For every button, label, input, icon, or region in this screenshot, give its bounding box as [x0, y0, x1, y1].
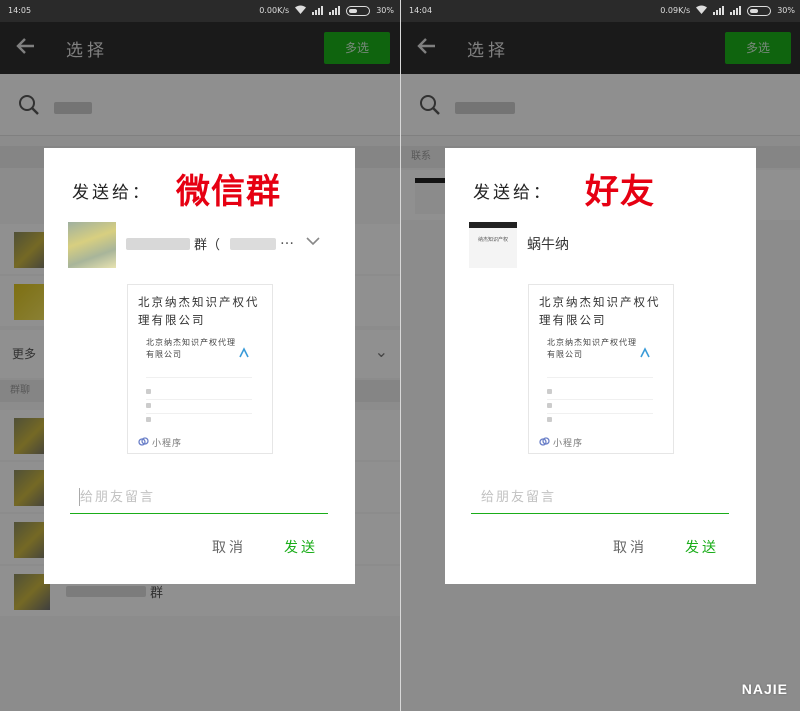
status-bar: 14:04 0.09K/s 30% — [401, 0, 800, 22]
recipient-name-blur — [126, 238, 190, 250]
signal-icon — [713, 6, 725, 15]
status-time: 14:04 — [409, 6, 433, 15]
brand-watermark: NAJIE — [741, 681, 788, 697]
signal-icon-2 — [329, 6, 341, 15]
status-time: 14:05 — [8, 6, 32, 15]
recipient-name: 蜗牛纳 — [527, 237, 569, 253]
recipient-tail-blur — [230, 238, 276, 250]
status-bar: 14:05 0.00K/s 30% — [0, 0, 400, 22]
share-dialog: 发送给： 微信群 群（ … 北京纳杰知识产权代理有限公司 北京纳杰知识产权代理有… — [44, 148, 355, 584]
text-cursor — [79, 488, 80, 506]
card-title: 北京纳杰知识产权代理有限公司 — [539, 295, 661, 327]
cancel-button[interactable]: 取消 — [212, 537, 246, 557]
card-subtitle: 北京纳杰知识产权代理有限公司 — [146, 338, 236, 359]
recipient-avatar-text: 纳杰知识产权 — [477, 237, 508, 243]
mini-program-label: 小程序 — [553, 439, 584, 449]
wifi-icon — [696, 5, 708, 16]
message-input[interactable] — [471, 482, 729, 514]
message-input[interactable] — [70, 482, 328, 514]
signal-icon — [312, 6, 324, 15]
recipient-ellipsis: … — [280, 232, 294, 248]
send-button[interactable]: 发送 — [685, 537, 719, 557]
mini-program-icon — [539, 437, 550, 446]
battery-icon — [747, 5, 772, 16]
net-speed: 0.09K/s — [660, 6, 691, 15]
logo-icon — [239, 347, 249, 358]
share-dialog: 发送给： 好友 纳杰知识产权 蜗牛纳 北京纳杰知识产权代理有限公司 北京纳杰知识… — [445, 148, 756, 584]
recipient-name: 群（ — [194, 238, 221, 253]
wifi-icon — [295, 5, 307, 16]
signal-icon-2 — [730, 6, 742, 15]
chevron-down-icon[interactable] — [304, 232, 322, 250]
card-subtitle: 北京纳杰知识产权代理有限公司 — [547, 338, 637, 359]
mini-program-card: 北京纳杰知识产权代理有限公司 北京纳杰知识产权代理有限公司 小程序 — [127, 284, 273, 454]
send-button[interactable]: 发送 — [284, 537, 318, 557]
battery-percent: 30% — [376, 6, 394, 15]
right-screen: 14:04 0.09K/s 30% 选择 多选 联系 发送给： 好友 纳杰知识产… — [400, 0, 800, 711]
highlight-label: 好友 — [585, 172, 655, 212]
recipient-avatar — [68, 222, 116, 268]
mini-program-icon — [138, 437, 149, 446]
card-title: 北京纳杰知识产权代理有限公司 — [138, 295, 260, 327]
send-to-label: 发送给： — [72, 183, 152, 203]
battery-percent: 30% — [777, 6, 795, 15]
mini-program-label: 小程序 — [152, 439, 183, 449]
net-speed: 0.00K/s — [259, 6, 290, 15]
highlight-label: 微信群 — [176, 172, 281, 212]
recipient-avatar: 纳杰知识产权 — [469, 222, 517, 268]
send-to-label: 发送给： — [473, 183, 553, 203]
left-screen: 14:05 0.00K/s 30% 选择 多选 更多 ⌄ 群聊 群 发送给： 微… — [0, 0, 400, 711]
battery-icon — [346, 5, 371, 16]
mini-program-card: 北京纳杰知识产权代理有限公司 北京纳杰知识产权代理有限公司 小程序 — [528, 284, 674, 454]
cancel-button[interactable]: 取消 — [613, 537, 647, 557]
logo-icon — [640, 347, 650, 358]
